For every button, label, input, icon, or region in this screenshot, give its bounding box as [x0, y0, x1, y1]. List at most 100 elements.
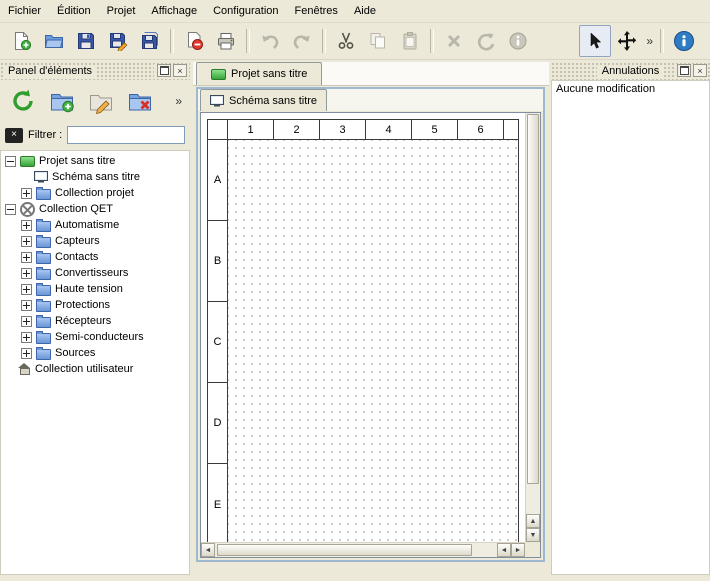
tree-item-capteurs[interactable]: Capteurs — [1, 233, 189, 249]
sheet-corner — [208, 120, 228, 140]
menu-fenetres[interactable]: Fenêtres — [287, 2, 346, 20]
tree-item-convertisseurs[interactable]: Convertisseurs — [1, 265, 189, 281]
schematic-canvas[interactable]: 1 2 3 4 5 6 A B C D E — [201, 113, 525, 542]
expand-icon[interactable] — [21, 236, 32, 247]
menu-affichage[interactable]: Affichage — [143, 2, 205, 20]
move-icon — [616, 30, 638, 52]
expand-icon[interactable] — [21, 316, 32, 327]
menu-edition[interactable]: Édition — [49, 2, 99, 20]
expand-icon[interactable] — [21, 332, 32, 343]
new-element-button[interactable] — [44, 83, 80, 119]
collapse-icon[interactable] — [5, 204, 16, 215]
scroll-left-button[interactable]: ◄ — [201, 543, 215, 557]
vertical-scrollbar[interactable]: ▲ ▼ — [525, 113, 540, 542]
arrow-left-icon: ◄ — [205, 547, 212, 554]
scroll-left-button-2[interactable]: ◄ — [497, 543, 511, 557]
tree-item-collection-projet[interactable]: Collection projet — [1, 185, 189, 201]
close-panel-button[interactable]: × — [173, 64, 187, 77]
expand-icon[interactable] — [21, 220, 32, 231]
tree-item-recepteurs[interactable]: Récepteurs — [1, 313, 189, 329]
vertical-scroll-thumb[interactable] — [527, 114, 539, 484]
tree-item-protections[interactable]: Protections — [1, 297, 189, 313]
reload-collections-button[interactable] — [5, 83, 41, 119]
rotate-button[interactable] — [470, 25, 502, 57]
delete-button[interactable] — [438, 25, 470, 57]
project-icon — [211, 69, 226, 80]
edit-element-button[interactable] — [83, 83, 119, 119]
save-all-button[interactable] — [134, 25, 166, 57]
expand-icon[interactable] — [21, 300, 32, 311]
row-header: B — [208, 221, 228, 302]
horizontal-scrollbar[interactable]: ◄ ◄ ► — [201, 542, 525, 557]
tab-project[interactable]: Projet sans titre — [196, 62, 322, 85]
expand-icon[interactable] — [21, 348, 32, 359]
tree-item-project[interactable]: Projet sans titre — [1, 153, 189, 169]
elements-toolbar-overflow-button[interactable]: » — [172, 94, 185, 108]
clear-filter-button[interactable]: × — [5, 128, 23, 143]
float-panel-button[interactable] — [677, 64, 691, 77]
arrow-right-icon: ► — [515, 547, 522, 554]
scroll-up-button[interactable]: ▲ — [526, 514, 540, 528]
paste-icon — [400, 31, 420, 51]
tree-item-collection-utilisateur[interactable]: Collection utilisateur — [1, 361, 189, 377]
pointer-select-button[interactable] — [579, 25, 611, 57]
elements-panel-titlebar[interactable]: Panel d'éléments × — [0, 62, 190, 80]
expand-icon[interactable] — [21, 188, 32, 199]
close-document-button[interactable] — [178, 25, 210, 57]
elements-toolbar: » — [0, 80, 190, 122]
expand-icon[interactable] — [21, 284, 32, 295]
tree-item-sources[interactable]: Sources — [1, 345, 189, 361]
close-icon: × — [177, 66, 182, 76]
undo-panel-titlebar[interactable]: Annulations × — [551, 62, 710, 80]
menu-fichier[interactable]: Fichier — [0, 2, 49, 20]
cut-button[interactable] — [330, 25, 362, 57]
tree-item-haute-tension[interactable]: Haute tension — [1, 281, 189, 297]
folder-icon — [36, 235, 51, 248]
info-button[interactable] — [502, 25, 534, 57]
close-panel-button[interactable]: × — [693, 64, 707, 77]
scroll-right-button[interactable]: ► — [511, 543, 525, 557]
tab-diagram[interactable]: Schéma sans titre — [200, 89, 327, 111]
expand-icon[interactable] — [21, 252, 32, 263]
undo-button[interactable] — [254, 25, 286, 57]
delete-element-icon — [127, 88, 153, 114]
delete-element-button[interactable] — [122, 83, 158, 119]
paste-button[interactable] — [394, 25, 426, 57]
tree-item-semi-conducteurs[interactable]: Semi-conducteurs — [1, 329, 189, 345]
menu-configuration[interactable]: Configuration — [205, 2, 286, 20]
tree-item-diagram[interactable]: Schéma sans titre — [1, 169, 189, 185]
filter-input[interactable] — [67, 126, 185, 144]
grid-paper[interactable] — [228, 140, 518, 542]
folder-icon — [36, 187, 51, 200]
tree-item-automatisme[interactable]: Automatisme — [1, 217, 189, 233]
undo-list-item[interactable]: Aucune modification — [552, 81, 709, 97]
redo-button[interactable] — [286, 25, 318, 57]
folder-icon — [36, 347, 51, 360]
help-button[interactable] — [668, 25, 700, 57]
open-document-button[interactable] — [38, 25, 70, 57]
move-tool-button[interactable] — [611, 25, 643, 57]
tree-item-contacts[interactable]: Contacts — [1, 249, 189, 265]
save-button[interactable] — [70, 25, 102, 57]
float-panel-button[interactable] — [157, 64, 171, 77]
menu-projet[interactable]: Projet — [99, 2, 144, 20]
scroll-down-button[interactable]: ▼ — [526, 528, 540, 542]
expand-icon[interactable] — [21, 268, 32, 279]
restore-icon — [680, 66, 689, 75]
new-document-button[interactable] — [6, 25, 38, 57]
project-window: Schéma sans titre 1 2 3 4 5 6 A B — [196, 87, 545, 562]
menu-aide[interactable]: Aide — [346, 2, 384, 20]
home-icon — [18, 363, 31, 375]
horizontal-scroll-thumb[interactable] — [217, 544, 472, 556]
application-window: Fichier Édition Projet Affichage Configu… — [0, 0, 710, 581]
collapse-icon[interactable] — [5, 156, 16, 167]
schematic-sheet: 1 2 3 4 5 6 A B C D E — [207, 119, 519, 542]
toolbar-overflow-button[interactable]: » — [643, 34, 656, 48]
print-button[interactable] — [210, 25, 242, 57]
save-as-button[interactable] — [102, 25, 134, 57]
copy-button[interactable] — [362, 25, 394, 57]
folder-icon — [36, 283, 51, 296]
tree-item-collection-qet[interactable]: Collection QET — [1, 201, 189, 217]
toolbar-separator — [660, 29, 664, 53]
rotate-icon — [476, 31, 496, 51]
